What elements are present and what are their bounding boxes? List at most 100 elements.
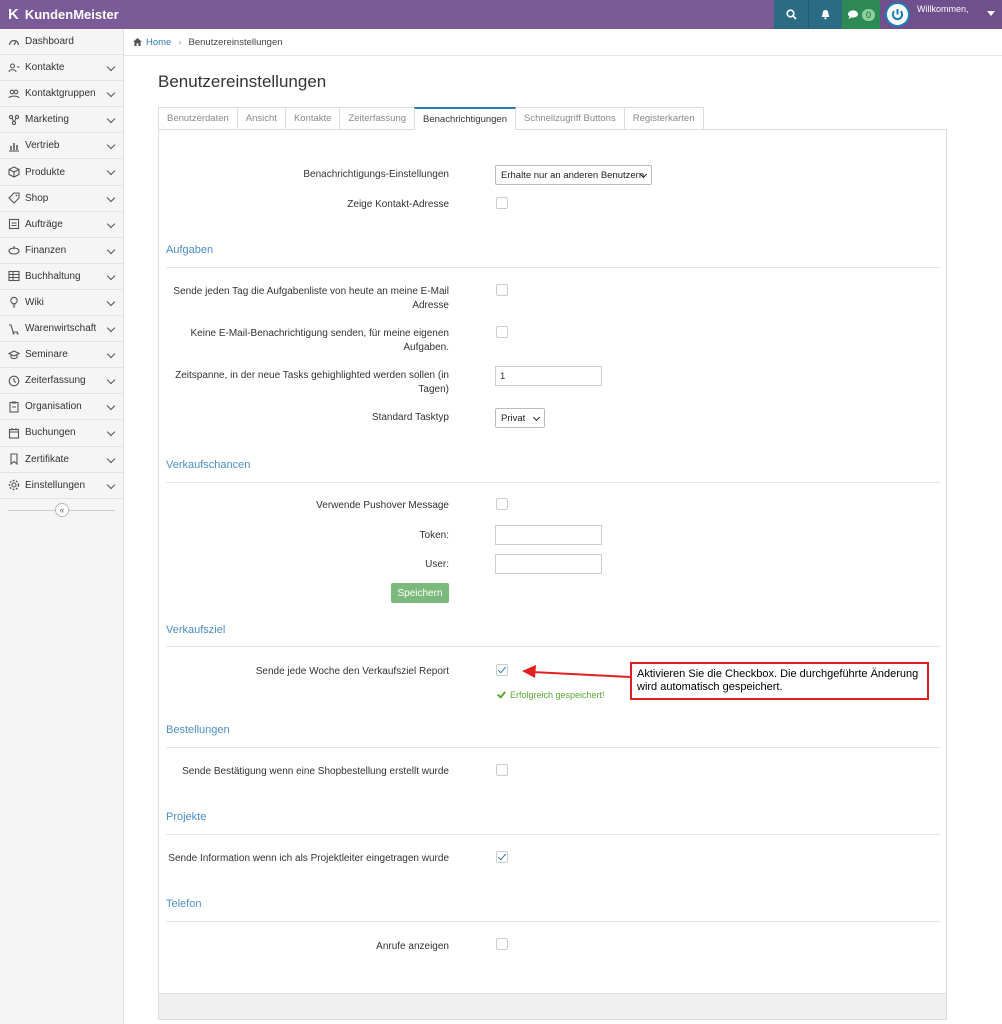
tab-benutzerdaten[interactable]: Benutzerdaten (158, 107, 238, 129)
user-input[interactable] (495, 554, 602, 574)
show-contact-address-checkbox[interactable] (496, 197, 508, 209)
bookmark-icon (8, 453, 20, 466)
sidebar-item-einstellungen[interactable]: Einstellungen (0, 473, 123, 499)
section-title-bestellungen: Bestellungen (166, 724, 230, 736)
chevron-down-icon (106, 375, 116, 385)
notif-settings-label: Benachrichtigungs-Einstellungen (303, 169, 449, 180)
order-confirm-checkbox[interactable] (496, 764, 508, 776)
sidebar-item-label: Einstellungen (25, 479, 86, 491)
pushover-checkbox[interactable] (496, 498, 508, 510)
chevron-down-icon (106, 219, 116, 228)
divider (166, 834, 941, 835)
notif-settings-select[interactable]: Erhalte nur an anderen Benutzern (495, 165, 652, 185)
sidebar-item-kontaktgruppen[interactable]: Kontaktgruppen (0, 81, 123, 108)
sidebar-item-marketing[interactable]: Marketing (0, 107, 123, 134)
default-task-type-select[interactable]: Privat (495, 408, 545, 428)
sidebar-item-buchungen[interactable]: Buchungen (0, 420, 123, 447)
chevron-down-icon (106, 297, 116, 307)
order-confirm-label: Sende Bestätigung wenn eine Shopbestellu… (182, 766, 449, 777)
sidebar-item-seminare[interactable]: Seminare (0, 342, 123, 369)
weekly-report-checkbox[interactable] (496, 664, 508, 676)
no-email-own-tasks-label: Keine E-Mail-Benachrichtigung senden, fü… (164, 327, 450, 355)
caret-down-icon (987, 11, 995, 16)
chevron-down-icon (106, 167, 116, 176)
collapse-sidebar-button[interactable]: « (55, 502, 69, 517)
no-email-own-tasks-label-line1: Keine E-Mail-Benachrichtigung senden, fü… (190, 328, 450, 339)
sidebar-item-shop[interactable]: Shop (0, 186, 123, 212)
section-title-aufgaben: Aufgaben (166, 244, 214, 256)
messages-button[interactable]: 0 (842, 0, 880, 29)
sidebar-item-auftraege[interactable]: Aufträge (0, 212, 123, 238)
search-button[interactable] (774, 0, 808, 29)
sidebar-item-label: Zertifikate (25, 453, 69, 465)
daily-task-list-checkbox[interactable] (496, 284, 508, 296)
save-button[interactable]: Speichern (391, 583, 449, 603)
brand-name: KundenMeister (24, 7, 119, 22)
sidebar-item-zeiterfassung[interactable]: Zeiterfassung (0, 368, 123, 395)
settings-panel (158, 129, 947, 1020)
sidebar-item-label: Organisation (25, 401, 82, 413)
sidebar-item-label: Wiki (25, 296, 44, 308)
sidebar-item-label: Buchungen (25, 427, 76, 439)
tab-benachrichtigungen[interactable]: Benachrichtigungen (414, 107, 516, 130)
sidebar-item-vertrieb[interactable]: Vertrieb (0, 133, 123, 160)
section-title-verkaufschancen: Verkaufschancen (166, 459, 251, 471)
sidebar-item-dashboard[interactable]: Dashboard (0, 29, 123, 56)
project-leader-checkbox[interactable] (496, 851, 508, 863)
notifications-button[interactable] (808, 0, 842, 29)
products-box-icon (8, 166, 20, 178)
breadcrumb-separator: › (178, 36, 182, 48)
sidebar-item-warenwirtschaft[interactable]: Warenwirtschaft (0, 316, 123, 343)
tab-kontakte[interactable]: Kontakte (284, 107, 341, 129)
highlight-days-input[interactable]: 1 (495, 366, 602, 386)
tab-schnellzugriff-buttons[interactable]: Schnellzugriff Buttons (515, 107, 625, 129)
user-menu[interactable]: Willkommen, (880, 0, 1002, 29)
brand-logo[interactable]: K KundenMeister (8, 0, 119, 29)
sidebar-item-label: Produkte (25, 166, 66, 178)
divider (166, 921, 941, 922)
breadcrumb-current: Benutzereinstellungen (188, 36, 283, 48)
sidebar-item-wiki[interactable]: Wiki (0, 290, 123, 317)
section-title-telefon: Telefon (166, 898, 202, 910)
sidebar-item-label: Kontaktgruppen (25, 88, 96, 100)
chevron-down-icon (106, 454, 116, 463)
shop-tag-icon (8, 192, 20, 204)
sidebar-item-buchhaltung[interactable]: Buchhaltung (0, 264, 123, 290)
daily-task-list-label-line1: Sende jeden Tag die Aufgabenliste von he… (173, 286, 449, 297)
finances-icon (8, 244, 20, 256)
sidebar-item-label: Dashboard (25, 36, 74, 48)
project-leader-label: Sende Information wenn ich als Projektle… (168, 853, 449, 864)
callout-line1: Aktivieren Sie die Checkbox. Die durchge… (637, 668, 919, 680)
show-calls-label: Anrufe anzeigen (376, 941, 449, 952)
chevron-down-icon (106, 245, 116, 254)
callout-line2: wird automatisch gespeichert. (637, 681, 783, 693)
breadcrumb-home-link[interactable]: Home (146, 37, 171, 48)
orders-icon (8, 218, 20, 230)
page-title: Benutzereinstellungen (158, 72, 327, 91)
sidebar-item-organisation[interactable]: Organisation (0, 394, 123, 421)
top-bar: K KundenMeister 0 Willkommen, (0, 0, 1002, 29)
sidebar-item-produkte[interactable]: Produkte (0, 159, 123, 186)
messages-count-badge: 0 (861, 8, 875, 21)
tab-registerkarten[interactable]: Registerkarten (623, 107, 704, 129)
sidebar-item-label: Seminare (25, 349, 68, 361)
annotation-callout: Aktivieren Sie die Checkbox. Die durchge… (630, 662, 929, 700)
show-calls-checkbox[interactable] (496, 938, 508, 950)
sidebar-item-zertifikate[interactable]: Zertifikate (0, 447, 123, 473)
gear-icon (8, 479, 20, 491)
tab-zeiterfassung[interactable]: Zeiterfassung (339, 107, 416, 129)
user-label: User: (425, 559, 449, 570)
seminar-icon (8, 349, 20, 361)
sidebar-item-finanzen[interactable]: Finanzen (0, 238, 123, 264)
chevron-down-icon (106, 115, 116, 124)
token-input[interactable] (495, 525, 602, 545)
tab-ansicht[interactable]: Ansicht (236, 107, 286, 129)
chat-icon (847, 10, 858, 19)
no-email-own-tasks-checkbox[interactable] (496, 326, 508, 338)
wiki-bulb-icon (8, 296, 20, 309)
sidebar-item-label: Kontakte (25, 62, 65, 74)
sidebar-item-label: Warenwirtschaft (25, 323, 97, 335)
contact-groups-icon (8, 88, 20, 100)
sidebar-item-kontakte[interactable]: Kontakte (0, 55, 123, 82)
sidebar-collapse-row: « (0, 499, 123, 521)
